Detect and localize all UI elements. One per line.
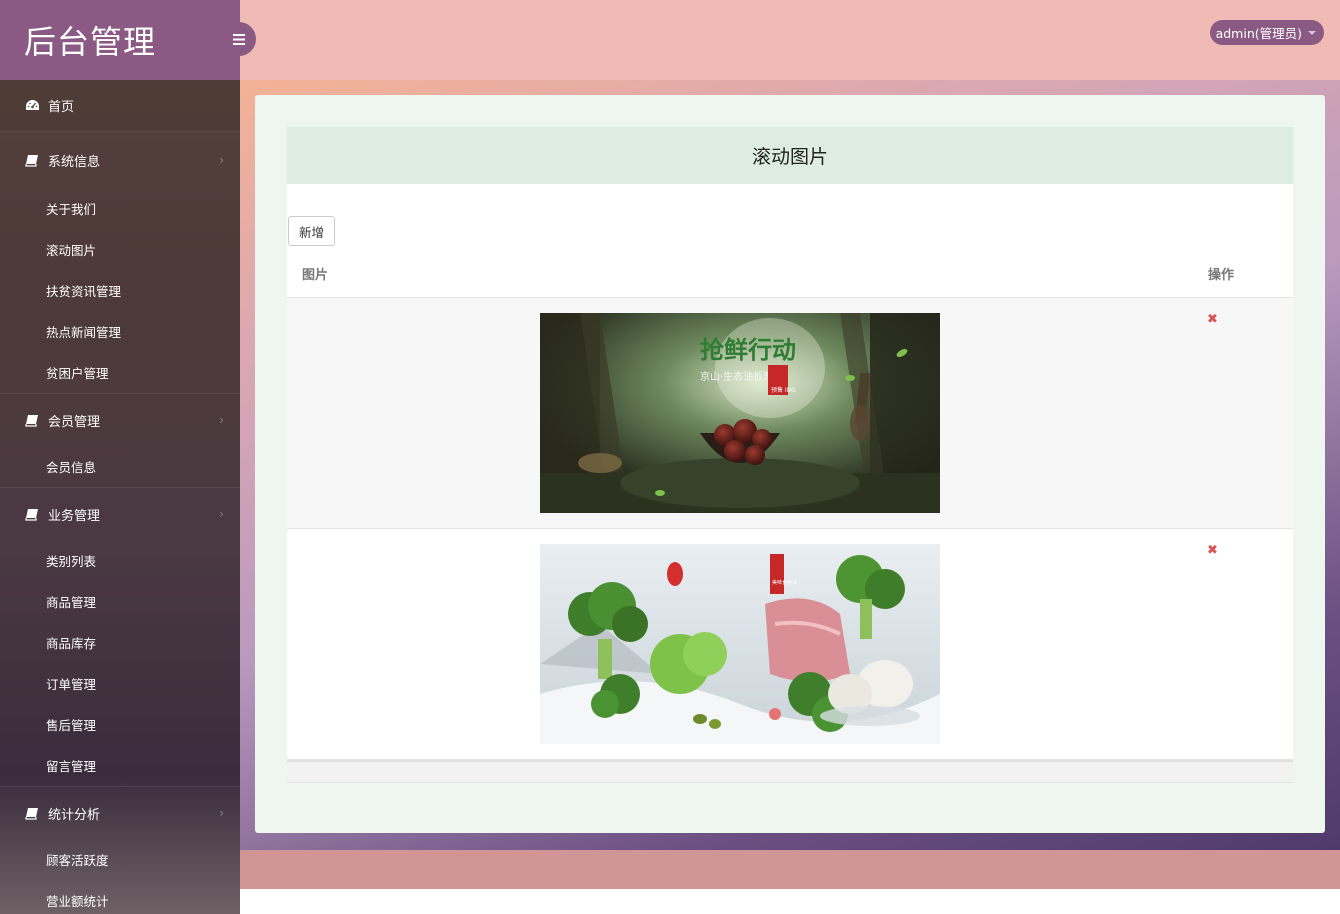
caret-down-icon <box>1308 31 1316 35</box>
sidebar-item-label: 首页 <box>48 100 75 115</box>
delete-icon[interactable]: ✖ <box>1207 543 1218 558</box>
banner-subtitle: 京山·生态油板栗 <box>700 370 773 383</box>
sidebar-item-poverty-news[interactable]: 扶贫资讯管理 <box>0 270 240 311</box>
sidebar-item-customer-activity[interactable]: 顾客活跃度 <box>0 839 240 880</box>
sidebar-item-category-list[interactable]: 类别列表 <box>0 540 240 581</box>
sidebar-item-label: 顾客活跃度 <box>46 853 109 868</box>
sidebar-group-business: 业务管理 › 类别列表 商品管理 商品库存 订单管理 售后管理 留言管理 <box>0 488 240 787</box>
user-menu-button[interactable]: admin(管理员) <box>1209 20 1324 45</box>
column-header-image: 图片 <box>302 268 329 283</box>
carousel-image: 美味食用油 <box>540 544 940 744</box>
sidebar-item-label: 商品库存 <box>46 636 97 651</box>
table-footer <box>287 760 1293 783</box>
banner-tag: 预售 ING <box>771 386 796 394</box>
sidebar-item-revenue-stats[interactable]: 营业额统计 <box>0 880 240 914</box>
sidebar-toggle-button[interactable] <box>222 22 256 56</box>
sidebar-item-member-mgmt[interactable]: 会员管理 › <box>0 394 240 446</box>
delete-icon[interactable]: ✖ <box>1207 312 1218 327</box>
sidebar-item-system-info[interactable]: 系统信息 › <box>0 132 240 188</box>
sidebar-item-carousel[interactable]: 滚动图片 <box>0 229 240 270</box>
sidebar-item-product-mgmt[interactable]: 商品管理 <box>0 581 240 622</box>
sidebar-item-label: 贫困户管理 <box>46 366 109 381</box>
panel-header: 滚动图片 <box>287 127 1293 184</box>
chevron-right-icon: › <box>219 153 224 167</box>
sidebar-item-label: 系统信息 <box>48 154 101 170</box>
sidebar-item-hot-news[interactable]: 热点新闻管理 <box>0 311 240 352</box>
sidebar-item-stats[interactable]: 统计分析 › <box>0 787 240 839</box>
sidebar-item-label: 滚动图片 <box>46 243 97 258</box>
sidebar-group-members: 会员管理 › 会员信息 <box>0 394 240 488</box>
sidebar-item-label: 留言管理 <box>46 759 97 774</box>
dashboard-icon <box>24 98 40 114</box>
sidebar-group-stats: 统计分析 › 顾客活跃度 营业额统计 <box>0 787 240 914</box>
brand-header: 后台管理 <box>0 0 240 80</box>
sidebar-item-orders[interactable]: 订单管理 <box>0 663 240 704</box>
sidebar-item-member-info[interactable]: 会员信息 <box>0 446 240 487</box>
sidebar: 后台管理 首页 系统信息 › 关于我们 滚动图片 扶贫资讯管理 热点新闻管理 贫… <box>0 0 240 914</box>
sidebar-item-label: 类别列表 <box>46 554 97 569</box>
table-row: 美味食用油 ✖ <box>287 529 1293 760</box>
book-icon <box>24 805 40 821</box>
sidebar-item-label: 商品管理 <box>46 595 97 610</box>
sidebar-item-home[interactable]: 首页 <box>0 80 240 132</box>
add-button[interactable]: 新增 <box>288 216 336 246</box>
footer-white <box>240 889 1340 914</box>
column-header-action: 操作 <box>1208 268 1235 283</box>
sidebar-item-label: 订单管理 <box>46 677 97 692</box>
sidebar-item-poor-households[interactable]: 贫困户管理 <box>0 352 240 393</box>
topbar: admin(管理员) <box>240 0 1340 80</box>
sidebar-item-about-us[interactable]: 关于我们 <box>0 188 240 229</box>
chevron-right-icon: › <box>219 507 224 521</box>
table-row: 抢鲜行动 京山·生态油板栗 预售 ING ✖ <box>287 298 1293 529</box>
book-icon <box>24 152 40 168</box>
hamburger-icon <box>233 33 245 45</box>
chevron-right-icon: › <box>219 806 224 820</box>
sidebar-item-label: 关于我们 <box>46 202 97 217</box>
sidebar-item-label: 营业额统计 <box>46 894 109 909</box>
brand-title: 后台管理 <box>24 23 157 61</box>
bottle-label: 美味食用油 <box>772 579 797 586</box>
sidebar-item-label: 扶贫资讯管理 <box>46 284 122 299</box>
sidebar-item-label: 统计分析 <box>48 807 101 823</box>
content-card: 滚动图片 新增 图片 操作 抢鲜行动 京山·生态油板栗 预售 ING ✖ 美味食… <box>255 95 1325 833</box>
sidebar-item-inventory[interactable]: 商品库存 <box>0 622 240 663</box>
banner-title: 抢鲜行动 <box>700 335 796 364</box>
sidebar-item-label: 业务管理 <box>48 508 101 524</box>
sidebar-item-after-sales[interactable]: 售后管理 <box>0 704 240 745</box>
carousel-image: 抢鲜行动 京山·生态油板栗 预售 ING <box>540 313 940 513</box>
sidebar-item-business-mgmt[interactable]: 业务管理 › <box>0 488 240 540</box>
chevron-right-icon: › <box>219 413 224 427</box>
book-icon <box>24 506 40 522</box>
user-label: admin(管理员) <box>1215 26 1302 41</box>
footer-band <box>240 850 1340 889</box>
page-title: 滚动图片 <box>751 146 828 168</box>
book-icon <box>24 412 40 428</box>
sidebar-item-label: 会员管理 <box>48 414 101 430</box>
sidebar-item-label: 会员信息 <box>46 460 97 475</box>
sidebar-item-messages[interactable]: 留言管理 <box>0 745 240 786</box>
sidebar-item-label: 售后管理 <box>46 718 97 733</box>
panel-body: 新增 图片 操作 抢鲜行动 京山·生态油板栗 预售 ING ✖ 美味食用油 ✖ <box>287 184 1293 760</box>
sidebar-group-system: 系统信息 › 关于我们 滚动图片 扶贫资讯管理 热点新闻管理 贫困户管理 <box>0 132 240 394</box>
sidebar-item-label: 热点新闻管理 <box>46 325 122 340</box>
